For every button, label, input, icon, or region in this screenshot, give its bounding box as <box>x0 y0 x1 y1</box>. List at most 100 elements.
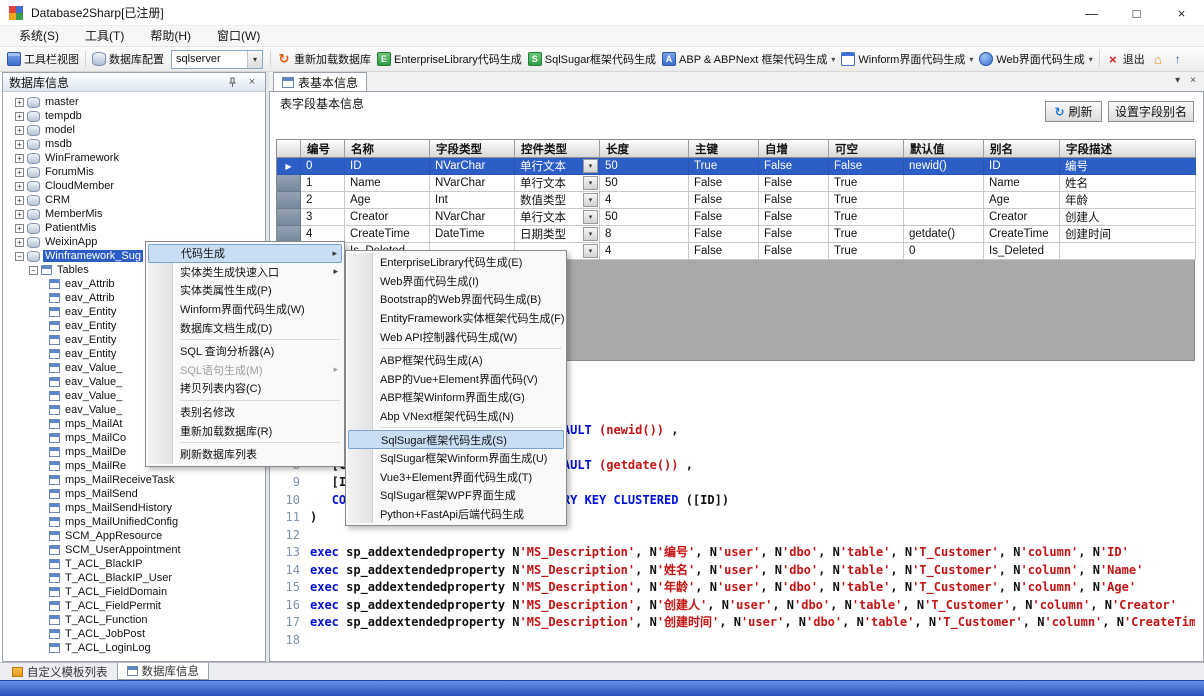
grid-column-header[interactable]: 名称 <box>345 140 430 158</box>
close-button[interactable]: × <box>1159 0 1204 26</box>
grid-cell[interactable]: True <box>829 192 904 209</box>
grid-cell[interactable]: 创建人 <box>1060 209 1196 226</box>
grid-cell[interactable]: True <box>829 209 904 226</box>
context-menu-item[interactable]: Winform界面代码生成(W) <box>148 300 342 319</box>
grid-cell[interactable]: 50 <box>600 175 689 192</box>
grid-cell[interactable] <box>904 175 984 192</box>
context-menu-item[interactable]: SQL语句生成(M)▸ <box>148 361 342 380</box>
maximize-button[interactable]: □ <box>1114 0 1159 26</box>
grid-cell[interactable] <box>1060 243 1196 260</box>
expand-icon[interactable]: + <box>15 140 24 149</box>
database-type-combo[interactable]: sqlserver▾ <box>171 50 263 69</box>
tree-table-item[interactable]: mps_MailUnifiedConfig <box>3 515 265 529</box>
grid-column-header[interactable]: 别名 <box>984 140 1060 158</box>
grid-cell[interactable]: Int <box>430 192 515 209</box>
toolbar-button-web-codegen[interactable]: Web界面代码生成▾ <box>976 48 1095 70</box>
grid-cell[interactable]: True <box>689 158 759 175</box>
collapse-icon[interactable]: − <box>15 252 24 261</box>
expand-icon[interactable]: + <box>15 168 24 177</box>
tree-table-item[interactable]: SCM_AppResource <box>3 529 265 543</box>
grid-cell[interactable]: 8 <box>600 226 689 243</box>
expand-icon[interactable]: + <box>15 126 24 135</box>
context-menu-item[interactable]: 代码生成▸ <box>148 244 342 263</box>
tree-table-item[interactable]: mps_MailSend <box>3 487 265 501</box>
context-menu-item[interactable]: 数据库文档生成(D) <box>148 318 342 337</box>
grid-column-header[interactable]: 主键 <box>689 140 759 158</box>
tree-table-item[interactable]: T_ACL_JobPost <box>3 627 265 641</box>
grid-cell[interactable]: 2 <box>301 192 345 209</box>
collapse-icon[interactable]: − <box>29 266 38 275</box>
grid-cell[interactable]: False <box>689 226 759 243</box>
expand-icon[interactable]: + <box>15 196 24 205</box>
grid-cell[interactable]: CreateTime <box>984 226 1060 243</box>
grid-cell[interactable]: 单行文本▾ <box>515 175 600 192</box>
grid-column-header[interactable]: 长度 <box>600 140 689 158</box>
grid-cell[interactable]: Age <box>984 192 1060 209</box>
menu-help[interactable]: 帮助(H) <box>137 26 204 47</box>
tab-table-info[interactable]: 表基本信息 <box>273 72 367 91</box>
row-selector-cell[interactable]: ▶ <box>277 158 301 175</box>
tree-table-item[interactable]: T_ACL_BlackIP <box>3 557 265 571</box>
grid-cell[interactable]: 单行文本▾ <box>515 158 600 175</box>
grid-cell[interactable]: False <box>689 209 759 226</box>
refresh-button[interactable]: ↻ 刷新 <box>1045 101 1102 122</box>
submenu-item[interactable]: Python+FastApi后端代码生成 <box>348 505 564 524</box>
grid-cell[interactable]: 编号 <box>1060 158 1196 175</box>
combo-dropdown-icon[interactable]: ▾ <box>247 51 262 68</box>
grid-cell[interactable]: 单行文本▾ <box>515 209 600 226</box>
cell-dropdown-icon[interactable]: ▾ <box>583 193 598 207</box>
grid-cell[interactable]: 0 <box>301 158 345 175</box>
grid-cell[interactable]: Age <box>345 192 430 209</box>
grid-cell[interactable]: getdate() <box>904 226 984 243</box>
grid-cell[interactable]: False <box>689 192 759 209</box>
pin-icon[interactable] <box>225 75 239 89</box>
grid-cell[interactable] <box>904 209 984 226</box>
grid-column-header[interactable]: 编号 <box>301 140 345 158</box>
panel-close-icon[interactable]: × <box>245 75 259 89</box>
tree-database-item[interactable]: +CloudMember <box>3 179 265 193</box>
grid-cell[interactable]: 4 <box>600 243 689 260</box>
grid-cell[interactable]: NVarChar <box>430 175 515 192</box>
grid-cell[interactable]: Creator <box>984 209 1060 226</box>
tree-table-item[interactable]: T_ACL_FieldDomain <box>3 585 265 599</box>
tree-table-item[interactable]: T_ACL_FieldPermit <box>3 599 265 613</box>
cell-dropdown-icon[interactable]: ▾ <box>583 210 598 224</box>
grid-cell[interactable]: False <box>759 243 829 260</box>
submenu-item[interactable]: EntityFramework实体框架代码生成(F) <box>348 309 564 328</box>
expand-icon[interactable]: + <box>15 98 24 107</box>
submenu-item[interactable]: SqlSugar框架Winform界面生成(U) <box>348 449 564 468</box>
submenu-item[interactable]: EnterpriseLibrary代码生成(E) <box>348 253 564 272</box>
grid-cell[interactable]: NVarChar <box>430 158 515 175</box>
grid-cell[interactable]: False <box>759 226 829 243</box>
grid-cell[interactable]: False <box>829 158 904 175</box>
grid-cell[interactable]: ID <box>984 158 1060 175</box>
grid-cell[interactable]: newid() <box>904 158 984 175</box>
doc-chevron-down-icon[interactable]: ▾ <box>1175 75 1180 86</box>
submenu-item[interactable]: SqlSugar框架代码生成(S) <box>348 430 564 449</box>
toolbar-button-abp-codegen[interactable]: AABP & ABPNext 框架代码生成▾ <box>659 48 838 70</box>
expand-icon[interactable]: + <box>15 224 24 233</box>
toolbar-button-home[interactable]: ⌂ <box>1148 48 1168 70</box>
minimize-button[interactable]: — <box>1069 0 1114 26</box>
context-menu-item[interactable]: SQL 查询分析器(A) <box>148 342 342 361</box>
context-menu-item[interactable]: 实体类属性生成(P) <box>148 281 342 300</box>
submenu-item[interactable]: ABP框架代码生成(A) <box>348 351 564 370</box>
tree-database-item[interactable]: +msdb <box>3 137 265 151</box>
toolbar-button-toolbar-view[interactable]: 工具栏视图 <box>4 48 82 70</box>
grid-cell[interactable]: NVarChar <box>430 209 515 226</box>
expand-icon[interactable]: + <box>15 154 24 163</box>
toolbar-button-enterpriselibrary-codegen[interactable]: EEnterpriseLibrary代码生成 <box>374 48 525 70</box>
grid-cell[interactable]: False <box>759 158 829 175</box>
bottom-tab-dbinfo[interactable]: 数据库信息 <box>117 663 210 680</box>
expand-icon[interactable]: + <box>15 210 24 219</box>
toolbar-button-exit[interactable]: ×退出 <box>1103 48 1148 70</box>
grid-cell[interactable]: False <box>689 175 759 192</box>
tree-table-item[interactable]: T_ACL_LoginLog <box>3 641 265 655</box>
cell-dropdown-icon[interactable]: ▾ <box>583 159 598 173</box>
tree-database-item[interactable]: +CRM <box>3 193 265 207</box>
tree-table-item[interactable]: SCM_UserAppointment <box>3 543 265 557</box>
grid-cell[interactable]: False <box>759 175 829 192</box>
grid-cell[interactable]: 1 <box>301 175 345 192</box>
table-row[interactable]: 4CreateTimeDateTime日期类型▾8FalseFalseTrueg… <box>277 226 1194 243</box>
grid-cell[interactable]: False <box>689 243 759 260</box>
